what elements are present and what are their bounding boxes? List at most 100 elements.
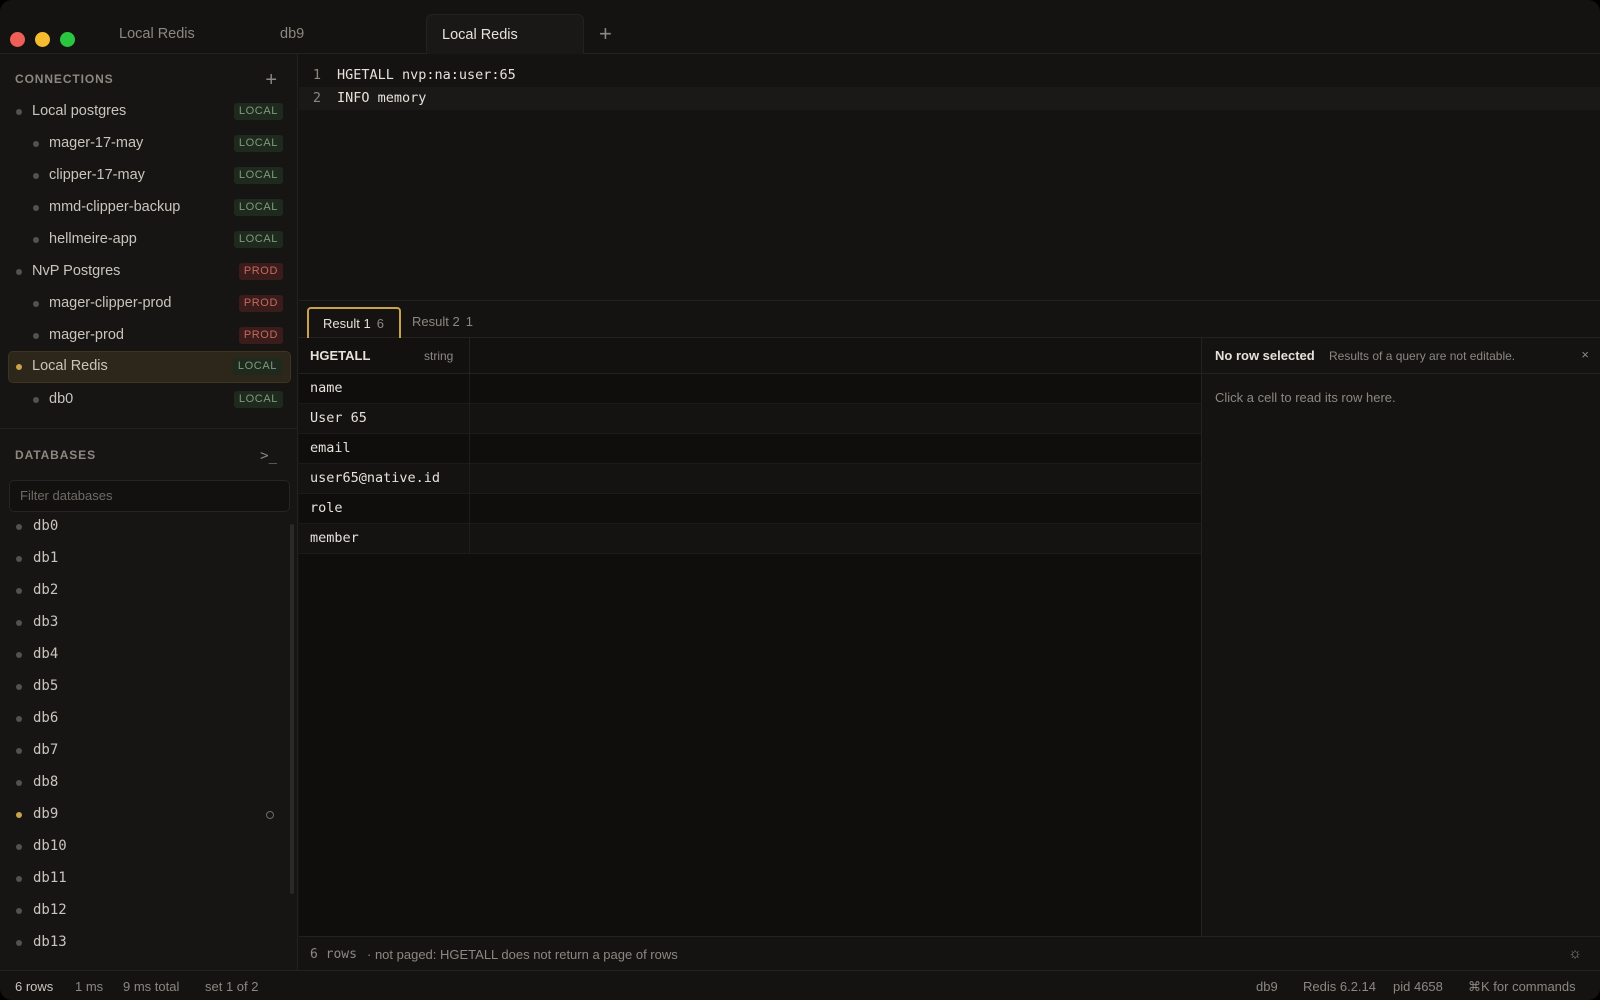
result-tab-label: Result 2 bbox=[412, 314, 460, 329]
status-dot-icon bbox=[16, 588, 22, 594]
status-rows: 6 rows bbox=[15, 979, 54, 994]
tab-result-2[interactable]: Result 2 1 bbox=[412, 307, 473, 339]
new-tab-plus-icon[interactable]: + bbox=[599, 20, 612, 48]
database-label: db11 bbox=[33, 870, 67, 886]
column-divider bbox=[469, 524, 470, 554]
database-item-active[interactable]: db9 bbox=[8, 800, 278, 830]
table-cell[interactable]: member bbox=[310, 530, 359, 546]
status-dot-icon bbox=[16, 812, 22, 818]
grid-header: HGETALL string bbox=[299, 338, 1201, 374]
database-item[interactable]: db5 bbox=[8, 672, 278, 702]
connection-item[interactable]: mager-prod PROD bbox=[8, 320, 291, 352]
env-badge: LOCAL bbox=[233, 103, 283, 120]
status-dot-icon bbox=[16, 876, 22, 882]
connection-item[interactable]: mager-17-may LOCAL bbox=[8, 128, 291, 160]
result-footer: 6 rows · not paged: HGETALL does not ret… bbox=[299, 936, 1600, 970]
detail-hint: Click a cell to read its row here. bbox=[1215, 390, 1396, 405]
table-row[interactable]: email bbox=[299, 434, 1201, 464]
database-label: db2 bbox=[33, 582, 59, 598]
command-palette-hint[interactable]: ⌘K for commands bbox=[1468, 979, 1576, 995]
loading-ring-icon bbox=[266, 811, 274, 819]
database-item[interactable]: db2 bbox=[8, 576, 278, 606]
column-type: string bbox=[424, 349, 454, 363]
column-divider[interactable] bbox=[469, 338, 470, 374]
status-dot-icon bbox=[33, 173, 39, 179]
table-cell[interactable]: role bbox=[310, 500, 343, 516]
status-database[interactable]: db9 bbox=[1256, 979, 1278, 994]
database-item[interactable]: db10 bbox=[8, 832, 278, 862]
filter-databases-input[interactable]: Filter databases bbox=[9, 480, 290, 512]
connection-item[interactable]: clipper-17-may LOCAL bbox=[8, 160, 291, 192]
connection-item[interactable]: NvP Postgres PROD bbox=[8, 256, 291, 288]
status-dot-icon bbox=[16, 748, 22, 754]
status-dot-icon bbox=[16, 556, 22, 562]
table-row[interactable]: User 65 bbox=[299, 404, 1201, 434]
database-label: db12 bbox=[33, 902, 67, 918]
editor-line[interactable]: 1 HGETALL nvp:na:user:65 bbox=[299, 64, 1600, 87]
status-dot-icon bbox=[33, 237, 39, 243]
editor-code[interactable]: INFO memory bbox=[337, 87, 426, 110]
database-item[interactable]: db1 bbox=[8, 544, 278, 574]
tab-db9[interactable]: db9 bbox=[280, 14, 304, 54]
editor-line-active[interactable]: 2 INFO memory bbox=[299, 87, 1600, 110]
env-badge: LOCAL bbox=[233, 199, 283, 216]
connection-label: mmd-clipper-backup bbox=[49, 199, 181, 215]
status-total-time: 9 ms total bbox=[123, 979, 180, 994]
database-item[interactable]: db13 bbox=[8, 928, 278, 958]
tab-local-redis[interactable]: Local Redis bbox=[119, 14, 195, 54]
database-item[interactable]: db11 bbox=[8, 864, 278, 894]
database-label: db6 bbox=[33, 710, 59, 726]
status-dot-icon bbox=[16, 908, 22, 914]
close-icon[interactable]: × bbox=[1581, 347, 1589, 362]
connection-item-selected[interactable]: Local Redis LOCAL bbox=[8, 351, 291, 383]
database-item[interactable]: db0 bbox=[8, 512, 278, 542]
status-result-set: set 1 of 2 bbox=[205, 979, 259, 994]
settings-sun-icon[interactable]: ☼ bbox=[1568, 945, 1582, 962]
terminal-icon[interactable]: >_ bbox=[260, 446, 277, 466]
title-bar: Local Redis db9 Local Redis + bbox=[0, 0, 1600, 54]
query-editor[interactable]: 1 HGETALL nvp:na:user:65 2 INFO memory bbox=[299, 54, 1600, 300]
database-label: db7 bbox=[33, 742, 59, 758]
column-divider bbox=[469, 374, 470, 404]
database-item[interactable]: db12 bbox=[8, 896, 278, 926]
table-row[interactable]: name bbox=[299, 374, 1201, 404]
env-badge: LOCAL bbox=[233, 391, 283, 408]
table-cell[interactable]: name bbox=[310, 380, 343, 396]
paging-note: · not paged: HGETALL does not return a p… bbox=[367, 947, 678, 962]
table-row[interactable]: member bbox=[299, 524, 1201, 554]
table-cell[interactable]: user65@native.id bbox=[310, 470, 440, 486]
table-row[interactable]: role bbox=[299, 494, 1201, 524]
table-cell[interactable]: email bbox=[310, 440, 351, 456]
line-number: 1 bbox=[312, 67, 321, 83]
database-item[interactable]: db3 bbox=[8, 608, 278, 638]
connection-label: Local postgres bbox=[32, 103, 127, 119]
table-row[interactable]: user65@native.id bbox=[299, 464, 1201, 494]
tab-result-1[interactable]: Result 1 6 bbox=[307, 307, 401, 339]
connection-item[interactable]: hellmeire-app LOCAL bbox=[8, 224, 291, 256]
database-item[interactable]: db6 bbox=[8, 704, 278, 734]
close-window-button[interactable] bbox=[10, 32, 25, 47]
database-item[interactable]: db7 bbox=[8, 736, 278, 766]
database-item[interactable]: db8 bbox=[8, 768, 278, 798]
editor-code[interactable]: HGETALL nvp:na:user:65 bbox=[337, 64, 516, 87]
status-dot-icon bbox=[16, 780, 22, 786]
table-cell[interactable]: User 65 bbox=[310, 410, 367, 426]
column-header[interactable]: HGETALL bbox=[310, 348, 370, 363]
zoom-window-button[interactable] bbox=[60, 32, 75, 47]
sidebar-scrollbar[interactable] bbox=[290, 524, 294, 894]
connection-item[interactable]: db0 LOCAL bbox=[8, 384, 291, 416]
status-dot-icon bbox=[33, 397, 39, 403]
status-dot-icon bbox=[16, 844, 22, 850]
line-number: 2 bbox=[312, 90, 321, 106]
connection-item[interactable]: mmd-clipper-backup LOCAL bbox=[8, 192, 291, 224]
connection-item[interactable]: Local postgres LOCAL bbox=[8, 96, 291, 128]
add-connection-plus-icon[interactable]: + bbox=[265, 70, 277, 90]
database-label: db5 bbox=[33, 678, 59, 694]
connection-item[interactable]: mager-clipper-prod PROD bbox=[8, 288, 291, 320]
result-grid: HGETALL string name User 65 email user65… bbox=[299, 338, 1201, 936]
result-tabs: Result 1 6 Result 2 1 bbox=[299, 300, 1600, 339]
database-item[interactable]: db4 bbox=[8, 640, 278, 670]
minimize-window-button[interactable] bbox=[35, 32, 50, 47]
connection-label: mager-clipper-prod bbox=[49, 295, 172, 311]
tab-local-redis-active[interactable]: Local Redis bbox=[426, 14, 584, 54]
